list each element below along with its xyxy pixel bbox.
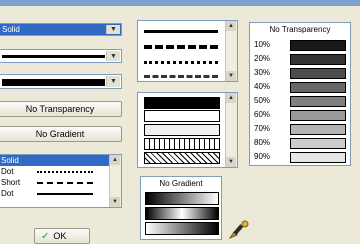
dash-option-dashdot[interactable]: [144, 75, 218, 78]
transparency-swatch: [290, 152, 346, 163]
transparency-option[interactable]: 10%: [250, 39, 350, 51]
no-transparency-button[interactable]: No Transparency: [0, 101, 122, 117]
dash-option-solid[interactable]: [144, 30, 218, 33]
transparency-option[interactable]: 40%: [250, 81, 350, 93]
transparency-swatch: [290, 82, 346, 93]
transparency-option[interactable]: 90%: [250, 151, 350, 163]
dash-option-dotted[interactable]: [144, 61, 218, 64]
line-weight-combo-2[interactable]: ▼: [0, 74, 122, 89]
chevron-down-icon[interactable]: ▼: [110, 197, 120, 207]
pattern-option-hatch[interactable]: [144, 152, 220, 164]
list-item[interactable]: Solid: [0, 155, 121, 166]
no-gradient-button-label: No Gradient: [35, 129, 85, 139]
transparency-swatch: [290, 68, 346, 79]
transparency-option[interactable]: 70%: [250, 123, 350, 135]
line-style-combo-value: Solid: [2, 25, 20, 34]
gradient-option-1[interactable]: [145, 192, 219, 205]
transparency-panel-title: No Transparency: [269, 25, 331, 34]
list-item[interactable]: Short: [0, 177, 121, 188]
transparency-swatch: [290, 96, 346, 107]
dash-option-dashed[interactable]: [144, 45, 218, 49]
pattern-option-solid[interactable]: [144, 97, 220, 109]
gradient-option-2[interactable]: [145, 207, 219, 220]
transparency-label: 40%: [254, 82, 271, 91]
pattern-option-light[interactable]: [144, 124, 220, 136]
transparency-swatch: [290, 110, 346, 121]
transparency-swatch: [290, 124, 346, 135]
pattern-panel-scrollbar[interactable]: ▲ ▼: [225, 93, 237, 167]
list-scrollbar[interactable]: ▲ ▼: [109, 155, 121, 207]
title-bar: [0, 0, 360, 6]
transparency-swatch: [290, 54, 346, 65]
list-item[interactable]: Dot: [0, 188, 121, 199]
no-gradient-button[interactable]: No Gradient: [0, 126, 122, 142]
transparency-label: 90%: [254, 152, 271, 161]
gradient-panel: No Gradient: [140, 176, 222, 240]
chevron-down-icon[interactable]: ▼: [106, 76, 120, 87]
transparency-label: 20%: [254, 54, 271, 63]
transparency-label: 70%: [254, 124, 271, 133]
line-weight-preview: [2, 55, 105, 58]
dash-preview: [37, 171, 93, 173]
transparency-label: 80%: [254, 138, 271, 147]
pattern-option-empty[interactable]: [144, 110, 220, 122]
chevron-up-icon[interactable]: ▲: [226, 21, 236, 31]
list-item[interactable]: Dot: [0, 166, 121, 177]
transparency-option[interactable]: 60%: [250, 109, 350, 121]
pattern-option-lines[interactable]: [144, 138, 220, 150]
transparency-label: 60%: [254, 110, 271, 119]
transparency-swatch: [290, 138, 346, 149]
dash-style-panel: ▲ ▼: [137, 20, 238, 82]
line-weight-combo-1[interactable]: ▼: [0, 49, 122, 63]
no-transparency-button-label: No Transparency: [25, 104, 95, 114]
transparency-swatch: [290, 40, 346, 51]
dash-preview: [37, 193, 93, 195]
chevron-down-icon[interactable]: ▼: [226, 71, 236, 81]
transparency-label: 50%: [254, 96, 271, 105]
chevron-down-icon[interactable]: ▼: [106, 51, 120, 61]
chevron-down-icon[interactable]: ▼: [226, 157, 236, 167]
transparency-panel: No Transparency 10% 20% 30% 40% 50% 60% 70% 80%…: [249, 22, 351, 166]
transparency-option[interactable]: 30%: [250, 67, 350, 79]
ok-button[interactable]: ✓ OK: [34, 228, 90, 244]
dash-style-list[interactable]: Solid Dot Short Dot ▲ ▼: [0, 154, 122, 208]
dash-panel-scrollbar[interactable]: ▲ ▼: [225, 21, 237, 81]
dash-preview: [37, 182, 93, 184]
chevron-up-icon[interactable]: ▲: [226, 93, 236, 103]
gradient-option-3[interactable]: [145, 222, 219, 235]
transparency-option[interactable]: 50%: [250, 95, 350, 107]
line-style-combo[interactable]: Solid ▼: [0, 23, 122, 36]
chevron-up-icon[interactable]: ▲: [110, 155, 120, 165]
transparency-option[interactable]: 20%: [250, 53, 350, 65]
transparency-list: 10% 20% 30% 40% 50% 60% 70% 80% 90%: [250, 39, 350, 165]
chevron-down-icon[interactable]: ▼: [106, 25, 120, 34]
transparency-label: 10%: [254, 40, 271, 49]
transparency-option[interactable]: 80%: [250, 137, 350, 149]
brush-icon[interactable]: [228, 220, 250, 240]
gradient-panel-title: No Gradient: [159, 179, 203, 188]
line-weight-preview: [2, 79, 105, 86]
pattern-panel: ▲ ▼: [137, 92, 238, 168]
transparency-label: 30%: [254, 68, 271, 77]
